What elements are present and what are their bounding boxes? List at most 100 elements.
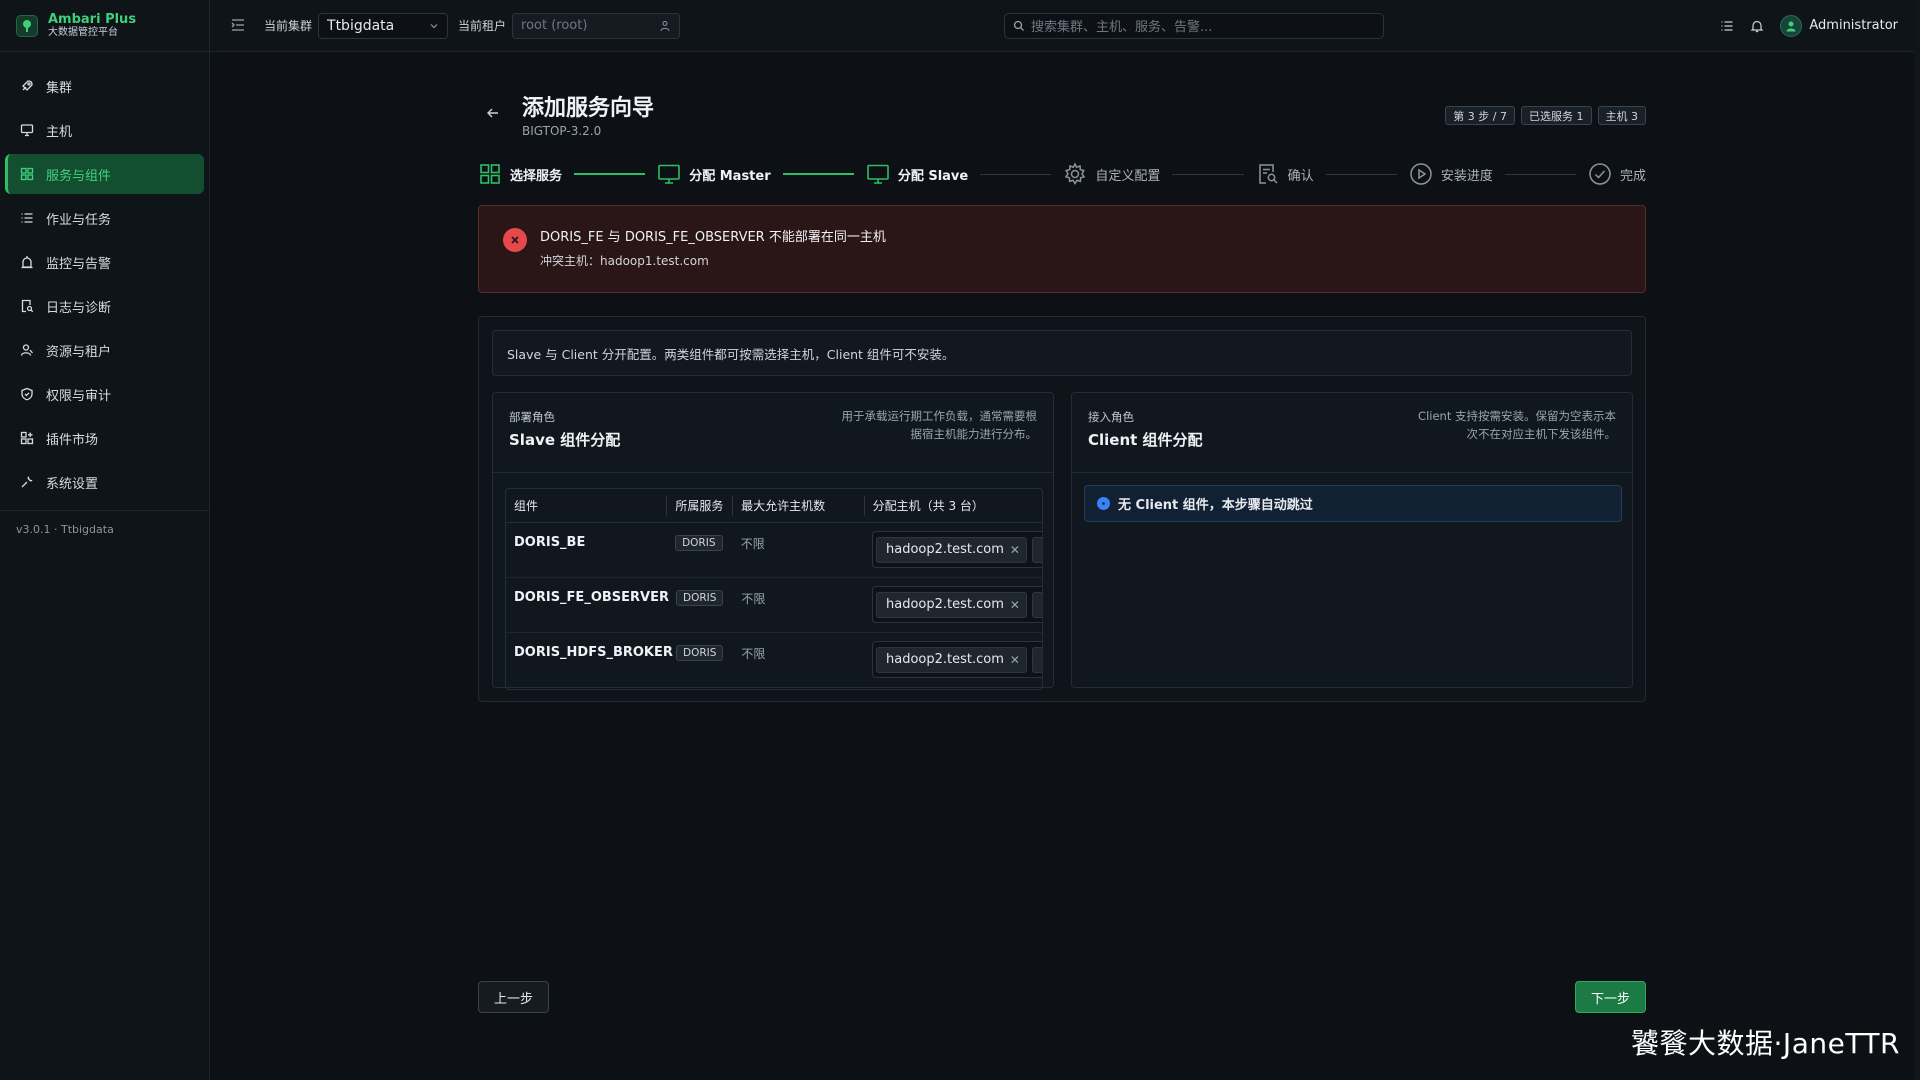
next-button[interactable]: 下一步	[1575, 981, 1646, 1013]
brand[interactable]: Ambari Plus 大数据管控平台	[0, 0, 209, 52]
step-connector	[1325, 173, 1397, 175]
sidebar-item-tenants[interactable]: 资源与租户	[5, 330, 204, 370]
host-tag-label: ha	[1042, 652, 1043, 667]
alarm-icon	[21, 256, 33, 269]
host-tag: hadoop2.test.com ✕	[876, 646, 1027, 673]
tenant-field[interactable]: root (root)	[512, 12, 681, 39]
bell-icon[interactable]	[1750, 19, 1764, 33]
table-row: DORIS_FE_OBSERVER DORIS 不限 hadoop2.test.…	[506, 578, 1042, 633]
menu-toggle-icon[interactable]	[230, 17, 248, 35]
client-card-header: 接入角色 Client 组件分配 Client 支持按需安装。保留为空表示本次不…	[1072, 393, 1632, 473]
info-bar: Slave 与 Client 分开配置。两类组件都可按需选择主机，Client …	[492, 330, 1632, 376]
wrench-icon	[21, 476, 33, 488]
max-hosts: 不限	[741, 647, 766, 661]
sidebar-item-label: 资源与租户	[46, 344, 112, 360]
component-name: DORIS_BE	[514, 535, 586, 550]
assignment-panel: Slave 与 Client 分开配置。两类组件都可按需选择主机，Client …	[478, 316, 1646, 702]
step-label: 完成	[1620, 168, 1647, 184]
search-placeholder: 搜索集群、主机、服务、告警...	[1031, 20, 1213, 35]
cluster-select-value: Ttbigdata	[327, 17, 395, 34]
sidebar-item-label: 监控与告警	[46, 256, 112, 272]
slave-card-header: 部署角色 Slave 组件分配 用于承载运行期工作负载，通常需要根据宿主机能力进…	[493, 393, 1053, 473]
step-install-progress[interactable]: 安装进度	[1409, 162, 1493, 186]
page-scrollbar[interactable]	[1914, 0, 1920, 1080]
step-confirm[interactable]: 确认	[1256, 162, 1314, 186]
back-arrow-icon[interactable]	[486, 106, 500, 120]
slave-table: 组件 所属服务 最大允许主机数 分配主机（共 3 台） DORIS_BE DOR…	[505, 488, 1043, 690]
alert-title: DORIS_FE 与 DORIS_FE_OBSERVER 不能部署在同一主机	[540, 230, 886, 245]
sidebar-item-settings[interactable]: 系统设置	[5, 462, 204, 502]
step-count-badge: 第 3 步 / 7	[1445, 106, 1515, 125]
tenant-value: root (root)	[521, 18, 588, 33]
component-name: DORIS_HDFS_BROKER	[514, 645, 673, 660]
host-tag: ha	[1031, 591, 1042, 618]
step-finish[interactable]: 完成	[1588, 162, 1646, 186]
step-connector	[1504, 173, 1577, 175]
service-tag: DORIS	[676, 590, 724, 606]
prev-button[interactable]: 上一步	[478, 981, 549, 1013]
monitor-icon	[867, 164, 889, 184]
sidebar: Ambari Plus 大数据管控平台 集群 主机 服务与组件 作业与任务 监控…	[0, 0, 210, 1080]
sidebar-item-label: 集群	[46, 80, 73, 96]
remove-host-icon[interactable]: ✕	[1010, 653, 1020, 667]
column-header: 最大允许主机数	[733, 495, 865, 516]
sidebar-item-label: 服务与组件	[46, 168, 112, 184]
client-note-text: 无 Client 组件，本步骤自动跳过	[1118, 498, 1313, 513]
app-logo-icon	[16, 14, 38, 37]
step-connector	[574, 173, 646, 175]
step-label: 安装进度	[1440, 168, 1493, 184]
sidebar-item-plugins[interactable]: 插件市场	[5, 418, 204, 458]
gear-icon	[1065, 162, 1086, 185]
sidebar-item-monitoring[interactable]: 监控与告警	[5, 242, 204, 282]
sidebar-nav: 集群 主机 服务与组件 作业与任务 监控与告警 日志与诊断 资源与租户 权限与审…	[0, 52, 209, 502]
host-tag: ha	[1031, 646, 1043, 673]
user-menu[interactable]: Administrator	[1780, 14, 1898, 37]
slave-card: 部署角色 Slave 组件分配 用于承载运行期工作负载，通常需要根据宿主机能力进…	[492, 392, 1054, 690]
app-subtitle: 大数据管控平台	[48, 27, 118, 38]
host-multiselect[interactable]: hadoop2.test.com ✕ ha	[872, 586, 1042, 623]
host-tag-label: hadoop2.test.com	[886, 542, 1004, 557]
page-title: 添加服务向导	[522, 96, 655, 121]
client-skip-note: 无 Client 组件，本步骤自动跳过	[1084, 485, 1622, 522]
chevron-down-icon	[430, 23, 438, 28]
sidebar-item-jobs[interactable]: 作业与任务	[5, 198, 204, 238]
sidebar-item-services[interactable]: 服务与组件	[5, 154, 204, 194]
step-assign-slave[interactable]: 分配 Slave	[866, 162, 968, 186]
host-tag: ha	[1031, 536, 1043, 563]
step-assign-master[interactable]: 分配 Master	[657, 162, 771, 186]
host-tag: hadoop2.test.com ✕	[876, 591, 1027, 618]
step-label: 选择服务	[510, 168, 563, 184]
search-icon	[1013, 20, 1024, 31]
table-row: DORIS_HDFS_BROKER DORIS 不限 hadoop2.test.…	[506, 633, 1042, 688]
step-select-services[interactable]: 选择服务	[478, 162, 562, 186]
topbar-actions: Administrator	[1720, 14, 1898, 37]
monitor-icon	[20, 124, 34, 137]
sidebar-item-label: 作业与任务	[46, 212, 112, 228]
version-info: v3.0.1 · Ttbigdata	[0, 510, 209, 548]
sidebar-item-permissions[interactable]: 权限与审计	[5, 374, 204, 414]
shield-icon	[21, 387, 33, 401]
sidebar-item-label: 系统设置	[46, 476, 99, 492]
host-multiselect[interactable]: hadoop2.test.com ✕ ha	[872, 531, 1043, 568]
sidebar-item-hosts[interactable]: 主机	[5, 110, 204, 150]
step-connector	[980, 173, 1052, 175]
info-icon	[1097, 497, 1110, 510]
host-multiselect[interactable]: hadoop2.test.com ✕ ha	[872, 641, 1043, 678]
global-search[interactable]: 搜索集群、主机、服务、告警...	[1004, 12, 1384, 39]
step-label: 分配 Master	[689, 168, 771, 184]
list-icon	[21, 213, 33, 223]
max-hosts: 不限	[740, 537, 765, 551]
host-tag-label: ha	[1042, 542, 1043, 557]
sidebar-item-logs[interactable]: 日志与诊断	[5, 286, 204, 326]
cluster-select[interactable]: Ttbigdata	[318, 12, 449, 39]
remove-host-icon[interactable]: ✕	[1010, 598, 1020, 612]
task-list-icon[interactable]	[1720, 19, 1734, 33]
step-custom-config[interactable]: 自定义配置	[1063, 162, 1160, 186]
wizard-stepper: 选择服务 分配 Master 分配 Slave 自定义配置 确认 安装进度 完成	[478, 158, 1646, 190]
grid-icon	[20, 167, 34, 181]
sidebar-item-cluster[interactable]: 集群	[5, 66, 204, 106]
client-card: 接入角色 Client 组件分配 Client 支持按需安装。保留为空表示本次不…	[1071, 392, 1633, 688]
selected-services-badge: 已选服务 1	[1521, 106, 1592, 125]
host-tag: hadoop2.test.com ✕	[876, 536, 1027, 563]
remove-host-icon[interactable]: ✕	[1010, 543, 1020, 557]
